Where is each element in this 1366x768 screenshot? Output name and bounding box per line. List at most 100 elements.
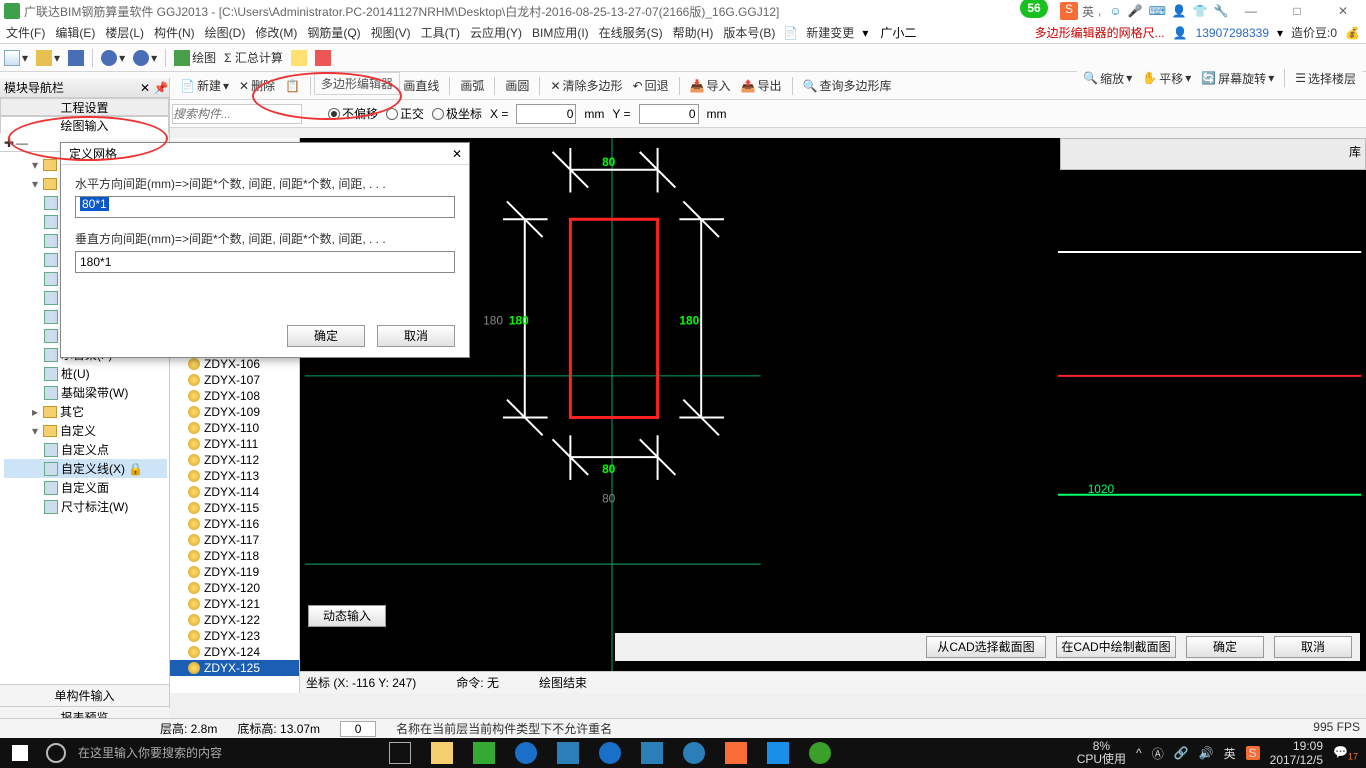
phone-number[interactable]: 13907298339 xyxy=(1196,26,1269,40)
ime-lang[interactable]: 英 xyxy=(1082,3,1094,20)
single-component-input-button[interactable]: 单构件输入 xyxy=(0,684,169,706)
tab-project-settings[interactable]: 工程设置 xyxy=(0,98,169,116)
menu-floor[interactable]: 楼层(L) xyxy=(103,24,146,41)
select-floor-button[interactable]: ☰ 选择楼层 xyxy=(1295,70,1356,87)
sum-calc-button[interactable]: Σ 汇总计算 xyxy=(224,49,283,66)
menu-new-change[interactable]: 新建变更 xyxy=(804,24,856,41)
component-item[interactable]: ZDYX-122 xyxy=(170,612,299,628)
menu-version[interactable]: 版本号(B) xyxy=(721,24,777,41)
ime-kbd-icon[interactable]: ⌨ xyxy=(1149,4,1166,18)
poly-copy-button[interactable]: 📋 xyxy=(285,79,300,93)
app-swirl-icon[interactable] xyxy=(464,739,504,767)
dialog-cancel-button[interactable]: 取消 xyxy=(377,325,455,347)
tab-draw-input[interactable]: 绘图输入 xyxy=(0,116,169,134)
vertical-spacing-input[interactable] xyxy=(75,251,455,273)
menu-tools[interactable]: 工具(T) xyxy=(419,24,462,41)
import-button[interactable]: 📥 导入 xyxy=(690,77,731,94)
component-item[interactable]: ZDYX-119 xyxy=(170,564,299,580)
notification-badge[interactable]: 56 xyxy=(1020,0,1048,18)
component-item[interactable]: ZDYX-125 xyxy=(170,660,299,676)
ime-person-icon[interactable]: 👤 xyxy=(1172,4,1187,18)
app-blue-icon[interactable] xyxy=(758,739,798,767)
menu-help[interactable]: 帮助(H) xyxy=(671,24,716,41)
dynamic-input-button[interactable]: 动态输入 xyxy=(308,605,386,627)
component-item[interactable]: ZDYX-110 xyxy=(170,420,299,436)
draw-button[interactable]: 绘图 xyxy=(174,49,216,66)
tray-net-icon[interactable]: 🔗 xyxy=(1174,746,1189,760)
draw-section-cad-button[interactable]: 在CAD中绘制截面图 xyxy=(1056,636,1176,658)
component-item[interactable]: ZDYX-114 xyxy=(170,484,299,500)
dialog-close-button[interactable]: ✕ xyxy=(445,143,469,165)
extra-icon2[interactable] xyxy=(315,50,331,66)
tree-node[interactable]: ▸其它 xyxy=(4,402,167,421)
component-item[interactable]: ZDYX-107 xyxy=(170,372,299,388)
component-item[interactable]: ZDYX-106 xyxy=(170,356,299,372)
tray-a-icon[interactable]: Ⓐ xyxy=(1152,745,1164,762)
notifications-icon[interactable]: 💬17 xyxy=(1333,745,1358,761)
expand-all-icon[interactable]: ✚ xyxy=(4,136,14,150)
app-folder-icon[interactable] xyxy=(632,739,672,767)
username[interactable]: 广小二 xyxy=(880,24,916,41)
tray-up-icon[interactable]: ^ xyxy=(1136,746,1142,760)
offset-none-radio[interactable]: 不偏移 xyxy=(328,105,378,122)
app-edge-icon[interactable] xyxy=(506,739,546,767)
ime-smile-icon[interactable]: ☺ xyxy=(1109,4,1121,18)
save-button[interactable] xyxy=(68,50,84,66)
component-item[interactable]: ZDYX-121 xyxy=(170,596,299,612)
menu-bim[interactable]: BIM应用(I) xyxy=(530,24,591,41)
section-cancel-button[interactable]: 取消 xyxy=(1274,636,1352,658)
menu-draw[interactable]: 绘图(D) xyxy=(203,24,248,41)
app-explorer-icon[interactable] xyxy=(422,739,462,767)
draw-circle-button[interactable]: 画圆 xyxy=(505,77,529,94)
menu-view[interactable]: 视图(V) xyxy=(369,24,413,41)
nav-pin-icon[interactable]: 📌 xyxy=(153,78,169,98)
query-poly-button[interactable]: 🔍 查询多边形库 xyxy=(803,77,892,94)
dialog-ok-button[interactable]: 确定 xyxy=(287,325,365,347)
extra-icon1[interactable] xyxy=(291,50,307,66)
price-beans[interactable]: 造价豆:0 xyxy=(1291,24,1337,41)
poly-new-button[interactable]: 📄 新建 ▾ xyxy=(180,77,229,94)
tree-node[interactable]: 自定义线(X)🔒 xyxy=(4,459,167,478)
app-orange-icon[interactable] xyxy=(716,739,756,767)
app-green-icon[interactable] xyxy=(800,739,840,767)
menu-file[interactable]: 文件(F) xyxy=(4,24,47,41)
draw-arc-button[interactable]: 画弧 xyxy=(460,77,484,94)
menu-rebar[interactable]: 钢筋量(Q) xyxy=(305,24,362,41)
tree-node[interactable]: 尺寸标注(W) xyxy=(4,497,167,516)
app-ie-icon[interactable] xyxy=(674,739,714,767)
cpu-meter[interactable]: 8%CPU使用 xyxy=(1077,740,1126,766)
component-item[interactable]: ZDYX-124 xyxy=(170,644,299,660)
library-pane-header[interactable]: 库 xyxy=(1060,138,1366,170)
start-button[interactable] xyxy=(0,738,40,768)
taskbar-search[interactable]: 在这里输入你要搜索的内容 xyxy=(72,738,372,768)
y-input[interactable] xyxy=(639,104,699,124)
pan-button[interactable]: ✋ 平移 ▾ xyxy=(1142,70,1191,87)
select-section-cad-button[interactable]: 从CAD选择截面图 xyxy=(926,636,1046,658)
tree-node[interactable]: 自定义点 xyxy=(4,440,167,459)
rotate-button[interactable]: 🔄 屏幕旋转 ▾ xyxy=(1201,70,1274,87)
menu-edit[interactable]: 编辑(E) xyxy=(53,24,97,41)
menu-cloud[interactable]: 云应用(Y) xyxy=(468,24,524,41)
undo-button[interactable]: ▾ xyxy=(101,50,125,66)
component-item[interactable]: ZDYX-115 xyxy=(170,500,299,516)
app-store-icon[interactable] xyxy=(548,739,588,767)
export-button[interactable]: 📤 导出 xyxy=(741,77,782,94)
redo-button[interactable]: ▾ xyxy=(133,50,157,66)
component-item[interactable]: ZDYX-117 xyxy=(170,532,299,548)
zoom-button[interactable]: 🔍 缩放 ▾ xyxy=(1083,70,1132,87)
polar-radio[interactable]: 极坐标 xyxy=(432,105,482,122)
app-edge2-icon[interactable] xyxy=(590,739,630,767)
component-item[interactable]: ZDYX-112 xyxy=(170,452,299,468)
minimize-button[interactable]: — xyxy=(1228,0,1274,22)
component-item[interactable]: ZDYX-123 xyxy=(170,628,299,644)
horizontal-spacing-input[interactable]: 80*1 xyxy=(75,196,455,218)
collapse-all-icon[interactable]: — xyxy=(16,136,28,150)
component-item[interactable]: ZDYX-116 xyxy=(170,516,299,532)
component-item[interactable]: ZDYX-118 xyxy=(170,548,299,564)
tree-node[interactable]: 桩(U) xyxy=(4,364,167,383)
ime-shirt-icon[interactable]: 👕 xyxy=(1193,4,1208,18)
tree-node[interactable]: 自定义面 xyxy=(4,478,167,497)
tray-lang-icon[interactable]: 英 xyxy=(1224,745,1236,762)
clear-poly-button[interactable]: ✕ 清除多边形 xyxy=(550,77,622,94)
ortho-radio[interactable]: 正交 xyxy=(386,105,424,122)
